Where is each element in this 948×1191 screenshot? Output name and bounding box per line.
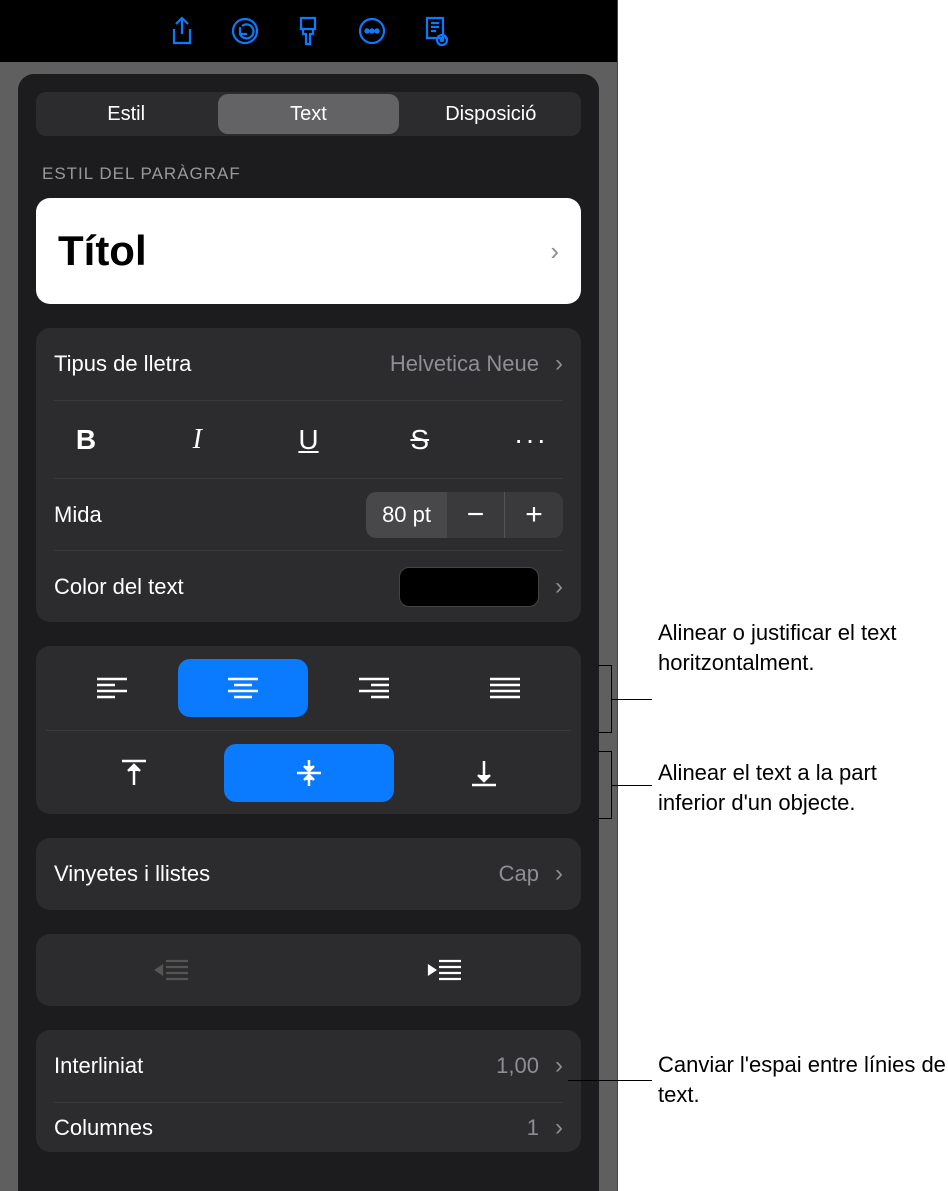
presenter-icon[interactable] bbox=[405, 11, 465, 51]
paragraph-style-row[interactable]: Títol › bbox=[36, 198, 581, 304]
columns-label: Columnes bbox=[54, 1115, 153, 1141]
outdent-button[interactable] bbox=[36, 957, 309, 983]
tab-layout[interactable]: Disposició bbox=[401, 92, 581, 136]
align-center-button[interactable] bbox=[178, 659, 308, 717]
horizontal-align-row bbox=[46, 646, 571, 730]
tab-style[interactable]: Estil bbox=[36, 92, 216, 136]
align-right-button[interactable] bbox=[309, 659, 439, 717]
strikethrough-button[interactable]: S bbox=[394, 417, 446, 463]
vertical-align-row bbox=[46, 730, 571, 814]
bullets-card: Vinyetes i llistes Cap › bbox=[36, 838, 581, 910]
text-color-row[interactable]: Color del text › bbox=[54, 550, 563, 622]
columns-value: 1 bbox=[527, 1115, 539, 1141]
text-style-row: B I U S ··· bbox=[54, 400, 563, 478]
align-bottom-button[interactable] bbox=[399, 744, 569, 802]
indent-card bbox=[36, 934, 581, 1006]
spacing-card: Interliniat 1,00 › Columnes 1 › bbox=[36, 1030, 581, 1152]
font-card: Tipus de lletra Helvetica Neue › B I U S… bbox=[36, 328, 581, 622]
tab-text[interactable]: Text bbox=[218, 94, 398, 134]
size-increment-button[interactable]: + bbox=[505, 492, 563, 538]
chevron-right-icon: › bbox=[555, 350, 563, 378]
chevron-right-icon: › bbox=[555, 573, 563, 601]
chevron-right-icon: › bbox=[555, 860, 563, 888]
line-spacing-label: Interliniat bbox=[54, 1053, 143, 1079]
line-spacing-row[interactable]: Interliniat 1,00 › bbox=[54, 1030, 563, 1102]
italic-button[interactable]: I bbox=[171, 417, 223, 463]
chevron-right-icon: › bbox=[555, 1052, 563, 1080]
chevron-right-icon: › bbox=[550, 236, 559, 267]
size-decrement-button[interactable]: − bbox=[447, 492, 505, 538]
callout-spacing: Canviar l'espai entre línies de text. bbox=[658, 1050, 948, 1109]
callouts: Alinear o justificar el text horitzontal… bbox=[598, 0, 948, 1191]
line-spacing-value: 1,00 bbox=[496, 1053, 539, 1079]
font-row[interactable]: Tipus de lletra Helvetica Neue › bbox=[54, 328, 563, 400]
size-stepper: 80 pt − + bbox=[366, 492, 563, 538]
size-label: Mida bbox=[54, 502, 102, 528]
align-left-button[interactable] bbox=[47, 659, 177, 717]
bullets-label: Vinyetes i llistes bbox=[54, 861, 210, 887]
text-color-label: Color del text bbox=[54, 574, 184, 600]
font-value: Helvetica Neue bbox=[390, 351, 539, 377]
align-top-button[interactable] bbox=[49, 744, 219, 802]
alignment-card bbox=[36, 646, 581, 814]
paragraph-style-label: Estil del paràgraf bbox=[36, 164, 581, 184]
more-circle-icon[interactable] bbox=[342, 11, 402, 51]
bullets-value: Cap bbox=[499, 861, 539, 887]
size-row: Mida 80 pt − + bbox=[54, 478, 563, 550]
format-panel: Estil Text Disposició Estil del paràgraf… bbox=[18, 74, 599, 1191]
chevron-right-icon: › bbox=[555, 1114, 563, 1142]
callout-halign: Alinear o justificar el text horitzontal… bbox=[658, 618, 948, 677]
top-toolbar bbox=[0, 0, 617, 62]
segmented-tabs: Estil Text Disposició bbox=[36, 92, 581, 136]
callout-valign: Alinear el text a la part inferior d'un … bbox=[658, 758, 948, 817]
share-icon[interactable] bbox=[152, 11, 212, 51]
align-middle-button[interactable] bbox=[224, 744, 394, 802]
bold-button[interactable]: B bbox=[60, 417, 112, 463]
undo-icon[interactable] bbox=[215, 11, 275, 51]
text-color-swatch[interactable] bbox=[399, 567, 539, 607]
underline-button[interactable]: U bbox=[283, 417, 335, 463]
columns-row[interactable]: Columnes 1 › bbox=[54, 1102, 563, 1152]
format-brush-icon[interactable] bbox=[278, 11, 338, 51]
more-styles-button[interactable]: ··· bbox=[505, 417, 557, 463]
paragraph-style-value: Títol bbox=[58, 227, 147, 275]
indent-button[interactable] bbox=[309, 957, 582, 983]
size-value[interactable]: 80 pt bbox=[366, 492, 447, 538]
align-justify-button[interactable] bbox=[440, 659, 570, 717]
bullets-row[interactable]: Vinyetes i llistes Cap › bbox=[54, 838, 563, 910]
font-label: Tipus de lletra bbox=[54, 351, 191, 377]
